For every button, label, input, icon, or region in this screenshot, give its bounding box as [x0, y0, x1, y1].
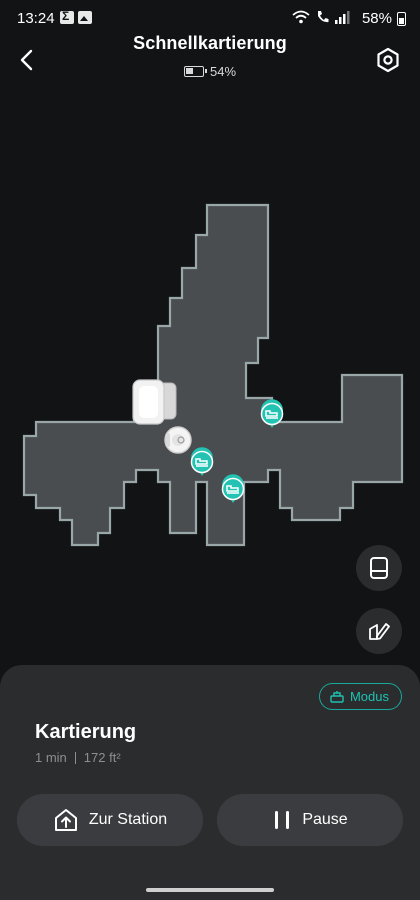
robot-battery-icon [183, 66, 207, 77]
image-notification-icon [78, 11, 92, 24]
mode-button[interactable]: Modus [318, 683, 402, 710]
mode-label: Modus [349, 689, 389, 704]
map-floor-area [22, 203, 404, 547]
return-to-station-label: Zur Station [88, 811, 168, 828]
edit-map-button[interactable] [356, 608, 402, 654]
edit-map-icon [369, 623, 390, 640]
call-icon [318, 11, 329, 23]
robot-battery-status: 54% [0, 64, 420, 79]
sigma-notification-icon [60, 9, 74, 24]
pause-button[interactable]: Pause [217, 794, 403, 846]
home-indicator[interactable] [146, 888, 274, 892]
pause-icon [275, 811, 290, 829]
mode-icon [330, 690, 344, 703]
area-value: 172 ft² [83, 750, 121, 765]
header: Schnellkartierung 54% [0, 30, 420, 86]
status-battery-text: 58% [361, 10, 392, 27]
page-title: Schnellkartierung [133, 33, 287, 53]
mapping-stats: 1 min 172 ft² [35, 750, 121, 765]
charging-station-icon[interactable] [132, 379, 177, 425]
wifi-icon [292, 10, 310, 24]
home-upload-icon [54, 809, 77, 831]
mapping-panel: Modus Kartierung 1 min 172 ft² Zur Stati… [0, 665, 420, 900]
settings-button[interactable] [374, 46, 402, 74]
pause-label: Pause [302, 811, 348, 828]
status-icons [292, 10, 350, 24]
floor-map[interactable] [0, 190, 420, 570]
hexagon-settings-icon [377, 47, 399, 73]
status-time: 13:24 [17, 10, 55, 27]
robot-battery-level: 54% [209, 64, 237, 79]
station-icon [370, 557, 388, 579]
divider [74, 751, 76, 764]
battery-icon [397, 12, 406, 26]
return-to-station-button[interactable]: Zur Station [17, 794, 203, 846]
robot-vacuum-icon[interactable] [164, 426, 192, 454]
duration-value: 1 min [35, 750, 67, 765]
mapping-status-title: Kartierung [35, 721, 137, 743]
dock-station-button[interactable] [356, 545, 402, 591]
signal-icon [335, 10, 350, 24]
